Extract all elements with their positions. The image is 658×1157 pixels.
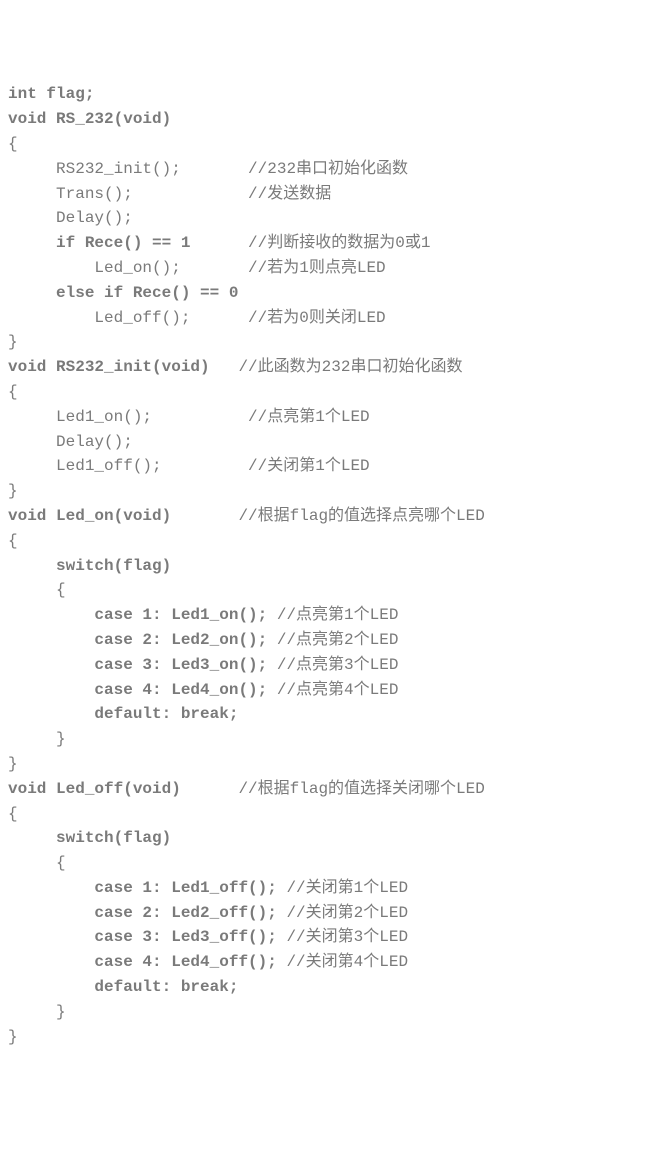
- code-line: case 2: Led2_on(); //点亮第2个LED: [8, 628, 650, 653]
- code-line: Led1_on(); //点亮第1个LED: [8, 405, 650, 430]
- code-text: Delay();: [8, 209, 133, 227]
- code-text: case 2: Led2_on();: [8, 631, 277, 649]
- code-comment: //点亮第1个LED: [277, 606, 399, 624]
- code-line: Led_on(); //若为1则点亮LED: [8, 256, 650, 281]
- code-line: int flag;: [8, 82, 650, 107]
- code-line: void RS_232(void): [8, 107, 650, 132]
- code-line: default: break;: [8, 702, 650, 727]
- code-text: int flag;: [8, 85, 94, 103]
- code-text: Delay();: [8, 433, 133, 451]
- code-line: Led1_off(); //关闭第1个LED: [8, 454, 650, 479]
- code-text: void RS232_init(void): [8, 358, 238, 376]
- code-line: if Rece() == 1 //判断接收的数据为0或1: [8, 231, 650, 256]
- code-comment: //根据flag的值选择关闭哪个LED: [238, 780, 484, 798]
- code-text: if Rece() == 1: [8, 234, 248, 252]
- code-text: default: break;: [8, 705, 238, 723]
- code-line: Trans(); //发送数据: [8, 182, 650, 207]
- code-comment: //关闭第1个LED: [248, 457, 370, 475]
- code-comment: //关闭第3个LED: [286, 928, 408, 946]
- code-line: else if Rece() == 0: [8, 281, 650, 306]
- code-text: }: [8, 482, 18, 500]
- code-comment: //若为0则关闭LED: [248, 309, 386, 327]
- code-line: }: [8, 1000, 650, 1025]
- code-line: default: break;: [8, 975, 650, 1000]
- code-comment: //判断接收的数据为0或1: [248, 234, 430, 252]
- code-comment: //发送数据: [248, 185, 331, 203]
- code-text: }: [8, 755, 18, 773]
- code-text: }: [8, 1003, 66, 1021]
- code-text: Trans();: [8, 185, 248, 203]
- code-line: {: [8, 851, 650, 876]
- code-line: case 1: Led1_off(); //关闭第1个LED: [8, 876, 650, 901]
- code-line: }: [8, 479, 650, 504]
- code-text: case 3: Led3_on();: [8, 656, 277, 674]
- code-comment: //点亮第1个LED: [248, 408, 370, 426]
- code-text: {: [8, 532, 18, 550]
- code-line: Delay();: [8, 430, 650, 455]
- code-comment: //点亮第2个LED: [277, 631, 399, 649]
- code-text: Led1_on();: [8, 408, 248, 426]
- code-comment: //此函数为232串口初始化函数: [238, 358, 462, 376]
- code-text: }: [8, 730, 66, 748]
- code-text: case 2: Led2_off();: [8, 904, 286, 922]
- code-text: case 4: Led4_on();: [8, 681, 277, 699]
- code-line: void Led_off(void) //根据flag的值选择关闭哪个LED: [8, 777, 650, 802]
- code-text: case 3: Led3_off();: [8, 928, 286, 946]
- code-comment: //根据flag的值选择点亮哪个LED: [238, 507, 484, 525]
- code-text: void Led_off(void): [8, 780, 238, 798]
- code-comment: //关闭第4个LED: [286, 953, 408, 971]
- code-line: case 3: Led3_on(); //点亮第3个LED: [8, 653, 650, 678]
- code-comment: //点亮第4个LED: [277, 681, 399, 699]
- code-text: case 1: Led1_on();: [8, 606, 277, 624]
- code-line: }: [8, 727, 650, 752]
- code-text: {: [8, 383, 18, 401]
- code-text: {: [8, 805, 18, 823]
- code-text: {: [8, 581, 66, 599]
- code-comment: //点亮第3个LED: [277, 656, 399, 674]
- code-line: void RS232_init(void) //此函数为232串口初始化函数: [8, 355, 650, 380]
- code-text: switch(flag): [8, 829, 171, 847]
- code-line: Delay();: [8, 206, 650, 231]
- code-text: RS232_init();: [8, 160, 248, 178]
- code-block: int flag; void RS_232(void) { RS232_init()…: [8, 82, 650, 1049]
- code-text: {: [8, 135, 18, 153]
- code-line: }: [8, 1025, 650, 1050]
- code-text: switch(flag): [8, 557, 171, 575]
- code-line: }: [8, 330, 650, 355]
- code-line: {: [8, 578, 650, 603]
- code-text: case 1: Led1_off();: [8, 879, 286, 897]
- code-text: void RS_232(void): [8, 110, 171, 128]
- code-comment: //关闭第2个LED: [286, 904, 408, 922]
- code-comment: //232串口初始化函数: [248, 160, 408, 178]
- code-text: Led_off();: [8, 309, 248, 327]
- code-text: Led1_off();: [8, 457, 248, 475]
- code-line: {: [8, 380, 650, 405]
- code-line: case 1: Led1_on(); //点亮第1个LED: [8, 603, 650, 628]
- code-text: Led_on();: [8, 259, 248, 277]
- code-text: case 4: Led4_off();: [8, 953, 286, 971]
- code-line: switch(flag): [8, 554, 650, 579]
- code-line: RS232_init(); //232串口初始化函数: [8, 157, 650, 182]
- code-line: case 3: Led3_off(); //关闭第3个LED: [8, 925, 650, 950]
- code-line: {: [8, 529, 650, 554]
- code-text: default: break;: [8, 978, 238, 996]
- code-line: case 4: Led4_on(); //点亮第4个LED: [8, 678, 650, 703]
- code-line: switch(flag): [8, 826, 650, 851]
- code-line: case 4: Led4_off(); //关闭第4个LED: [8, 950, 650, 975]
- code-text: }: [8, 1028, 18, 1046]
- code-text: else if Rece() == 0: [8, 284, 238, 302]
- code-comment: //关闭第1个LED: [286, 879, 408, 897]
- code-text: }: [8, 333, 18, 351]
- code-text: {: [8, 854, 66, 872]
- code-line: }: [8, 752, 650, 777]
- code-line: {: [8, 132, 650, 157]
- code-line: void Led_on(void) //根据flag的值选择点亮哪个LED: [8, 504, 650, 529]
- code-line: Led_off(); //若为0则关闭LED: [8, 306, 650, 331]
- code-comment: //若为1则点亮LED: [248, 259, 386, 277]
- code-line: case 2: Led2_off(); //关闭第2个LED: [8, 901, 650, 926]
- code-line: {: [8, 802, 650, 827]
- code-text: void Led_on(void): [8, 507, 238, 525]
